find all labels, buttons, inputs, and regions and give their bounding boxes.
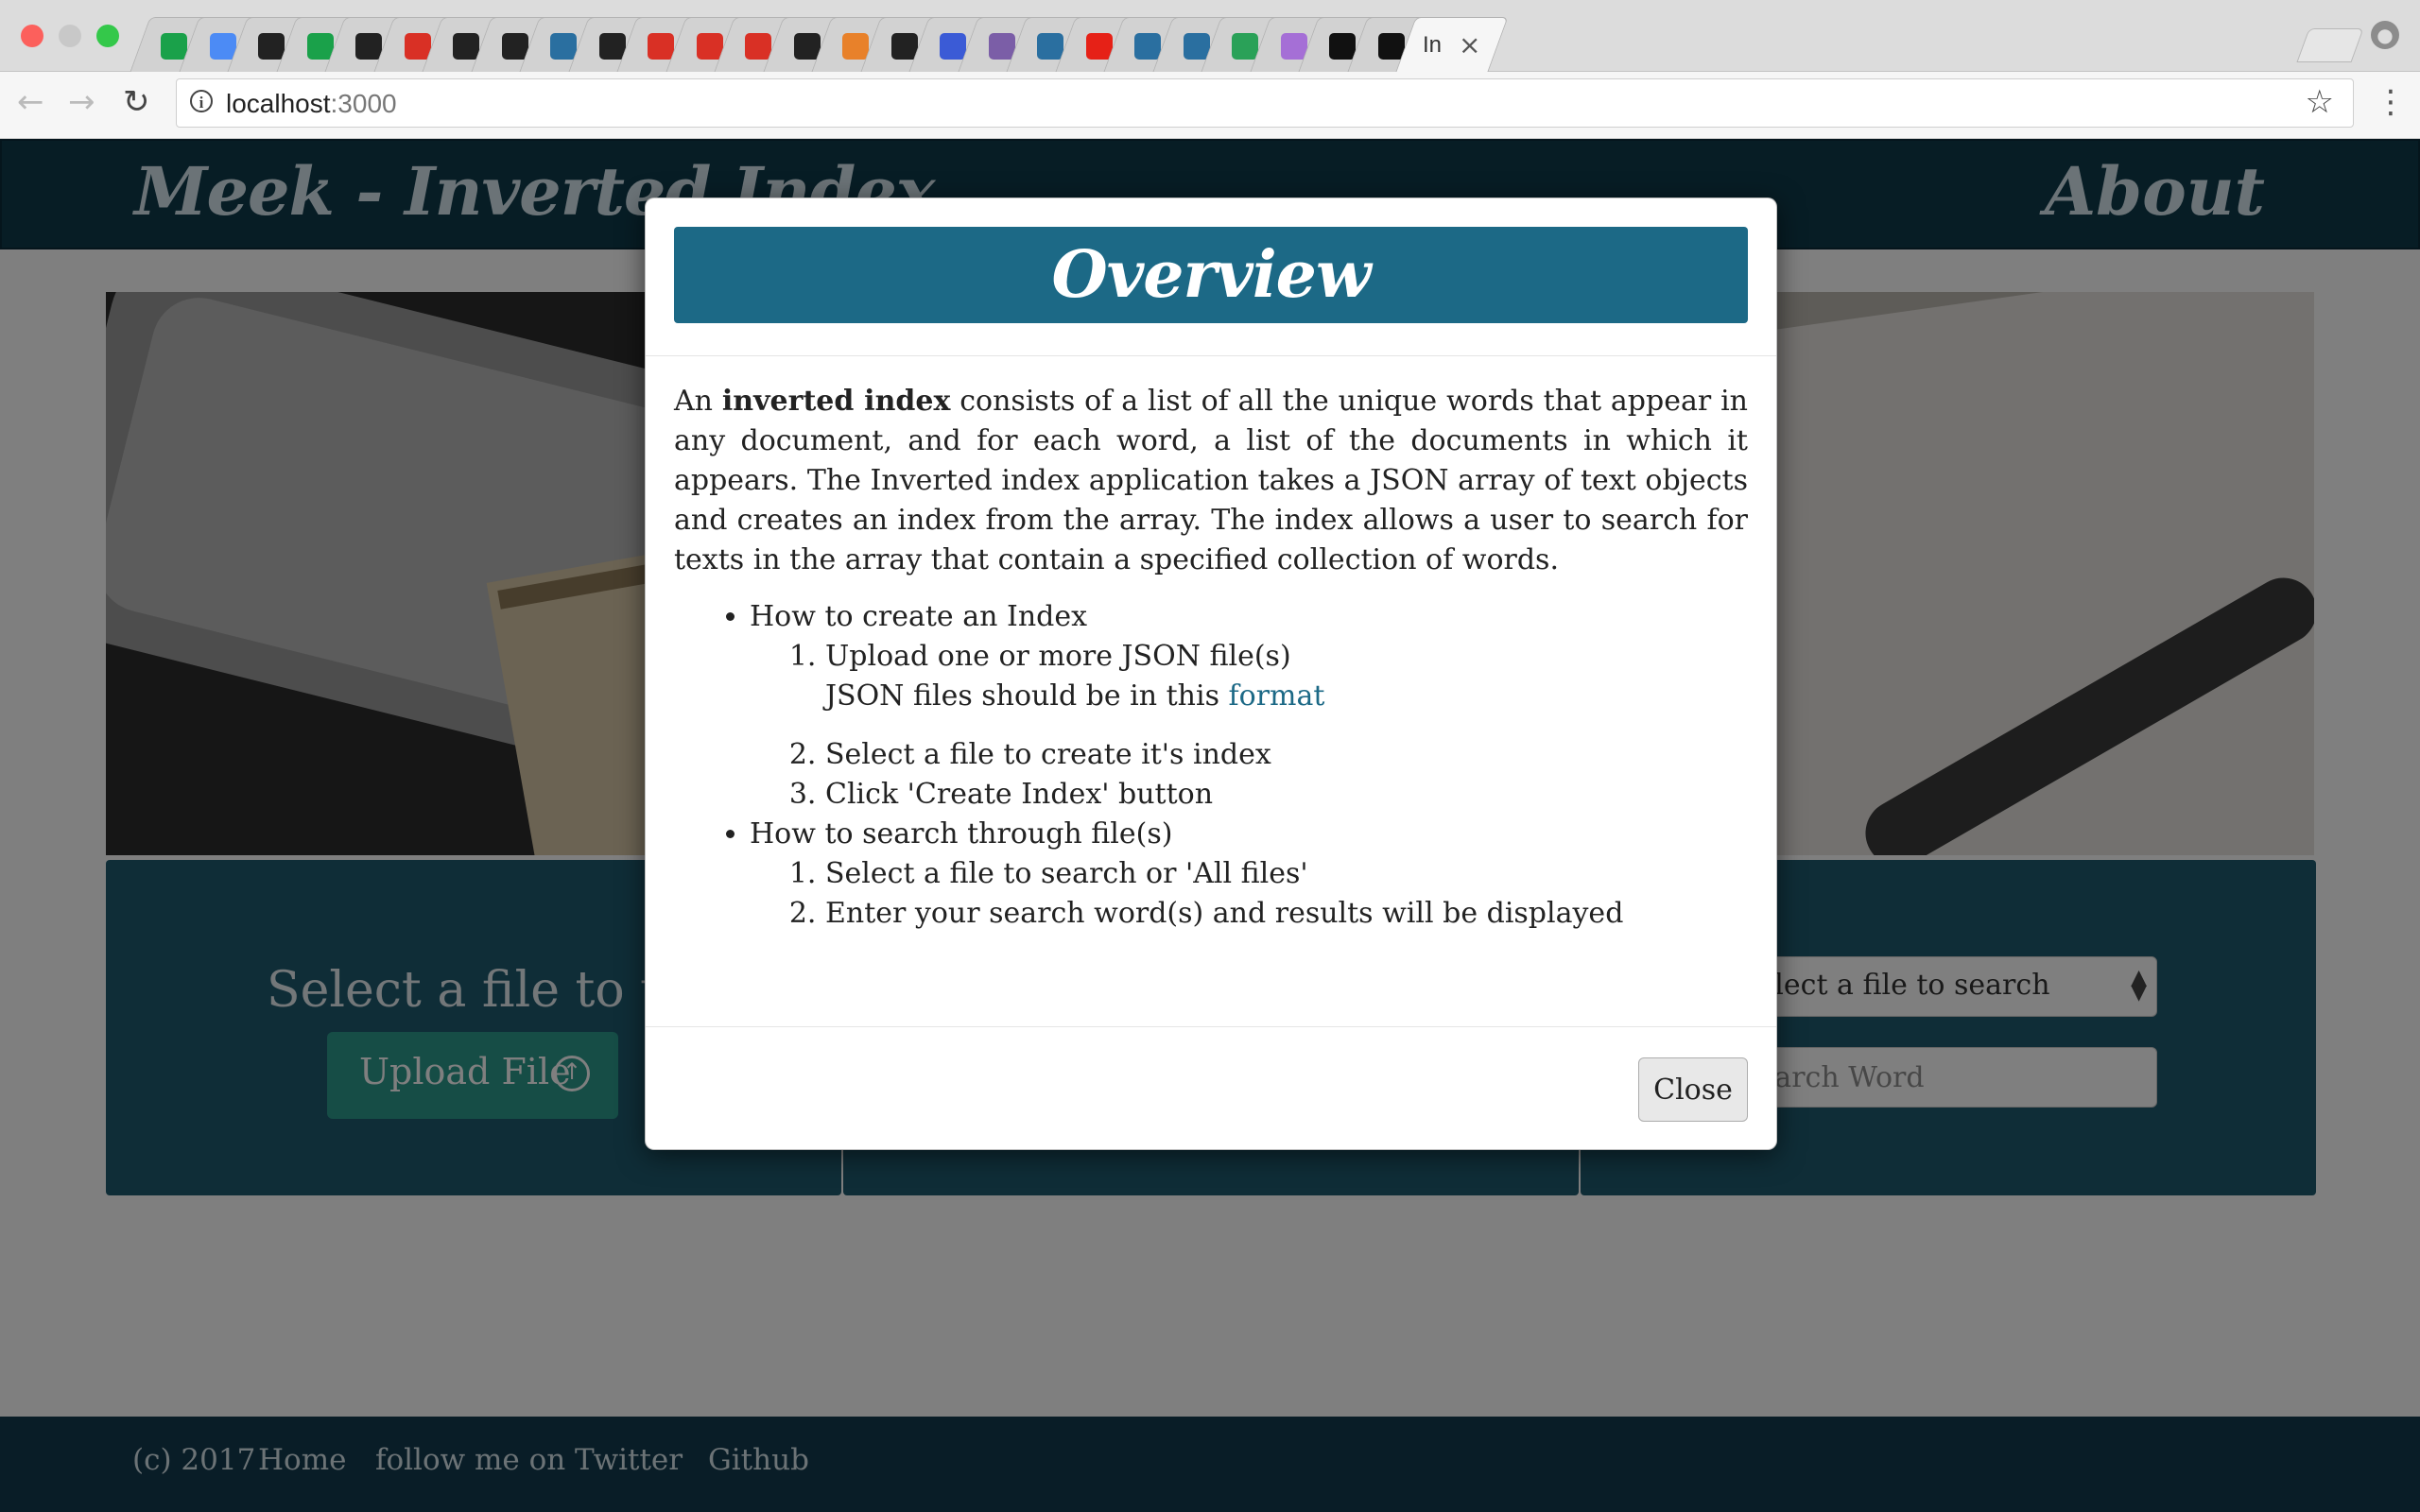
page-content: Meek - Inverted Index About Select a fil… [0,139,2420,1512]
heroku-icon [988,33,1015,60]
intro-prefix: An [674,385,722,418]
mountain-icon [1329,33,1356,60]
github-icon [598,33,626,60]
gmail-icon [696,33,723,60]
search-step: Enter your search word(s) and results wi… [825,894,1748,934]
search-files-heading: How to search through file(s) [750,817,1173,850]
tab-close-icon[interactable]: × [1459,29,1480,60]
intro-bold-term: inverted index [721,385,951,418]
back-button[interactable]: ← [17,83,44,121]
modal-title-bar: Overview [674,227,1748,323]
browser-tab-bar: INaACFtCIaIFDFNNLrIFIIEYaCIn× ● [0,0,2420,72]
create-step: Click 'Create Index' button [825,775,1748,815]
create-step: Upload one or more JSON file(s) JSON fil… [825,637,1748,716]
window-close-button[interactable] [21,25,43,47]
github-icon [501,33,528,60]
modal-header: Overview [646,198,1776,356]
modal-body: An inverted index consists of a list of … [674,382,1748,934]
active-tab[interactable]: In × [1395,17,1509,72]
globe-icon [842,33,869,60]
puzzle-icon [1280,33,1307,60]
url-text[interactable]: localhost:3000 [226,89,397,119]
search-files-item: How to search through file(s) Select a f… [750,815,1748,934]
new-tab-button[interactable] [2296,28,2364,62]
create-step: Select a file to create it's index [825,735,1748,775]
forward-button[interactable]: → [68,83,95,121]
window-minimize-button[interactable] [59,25,81,47]
gear-icon [940,33,966,60]
tab-shape [1395,17,1509,72]
create-index-item: How to create an Index Upload one or mor… [750,597,1748,815]
app-icon [1134,33,1161,60]
window-zoom-button[interactable] [96,25,119,47]
intro-paragraph: An inverted index consists of a list of … [674,382,1748,580]
github-icon [258,33,285,60]
overview-modal: Overview An inverted index consists of a… [645,198,1777,1150]
format-note-text: JSON files should be in this [825,679,1229,713]
search-step: Select a file to search or 'All files' [825,854,1748,894]
medium-icon [161,33,187,60]
instructions-list: How to create an Index Upload one or mor… [674,597,1748,934]
medium-icon [306,33,334,60]
tab-strip: INaACFtCIaIFDFNNLrIFIIEYaCIn× [130,17,2295,72]
app-icon [550,33,577,60]
address-bar[interactable]: i localhost:3000 ☆ [176,78,2354,128]
modal-footer: Close [646,1026,1776,1150]
format-link[interactable]: format [1229,679,1325,713]
url-host: localhost [226,89,331,118]
modal-title: Overview [1051,237,1372,313]
active-tab-title: In [1423,32,1443,58]
format-note: JSON files should be in this format [825,677,1748,716]
pdf-icon [745,33,771,60]
create-index-heading: How to create an Index [750,600,1088,633]
cfh-icon [1377,33,1405,60]
app-icon [1037,33,1063,60]
create-step-text: Upload one or more JSON file(s) [825,640,1291,673]
url-port: :3000 [330,89,397,118]
github-icon [890,33,918,60]
search-steps-list: Select a file to search or 'All files' E… [750,854,1748,934]
google-docs-icon [209,33,236,60]
github-icon [793,33,821,60]
browser-menu-icon[interactable]: ⋮ [2375,83,2407,121]
info-icon[interactable]: i [190,90,213,112]
github-icon [453,33,479,60]
github-icon [355,33,382,60]
youtube-icon [1085,33,1113,60]
gmail-icon [648,33,674,60]
create-steps-list: Upload one or more JSON file(s) JSON fil… [750,637,1748,815]
close-button[interactable]: Close [1638,1057,1748,1122]
bookmark-star-icon[interactable]: ☆ [2306,83,2334,121]
reload-button[interactable]: ↻ [123,83,150,121]
profile-icon[interactable]: ● [2371,21,2399,49]
app-icon [1183,33,1210,60]
gmail-icon [404,33,431,60]
leaf-icon [1232,33,1258,60]
